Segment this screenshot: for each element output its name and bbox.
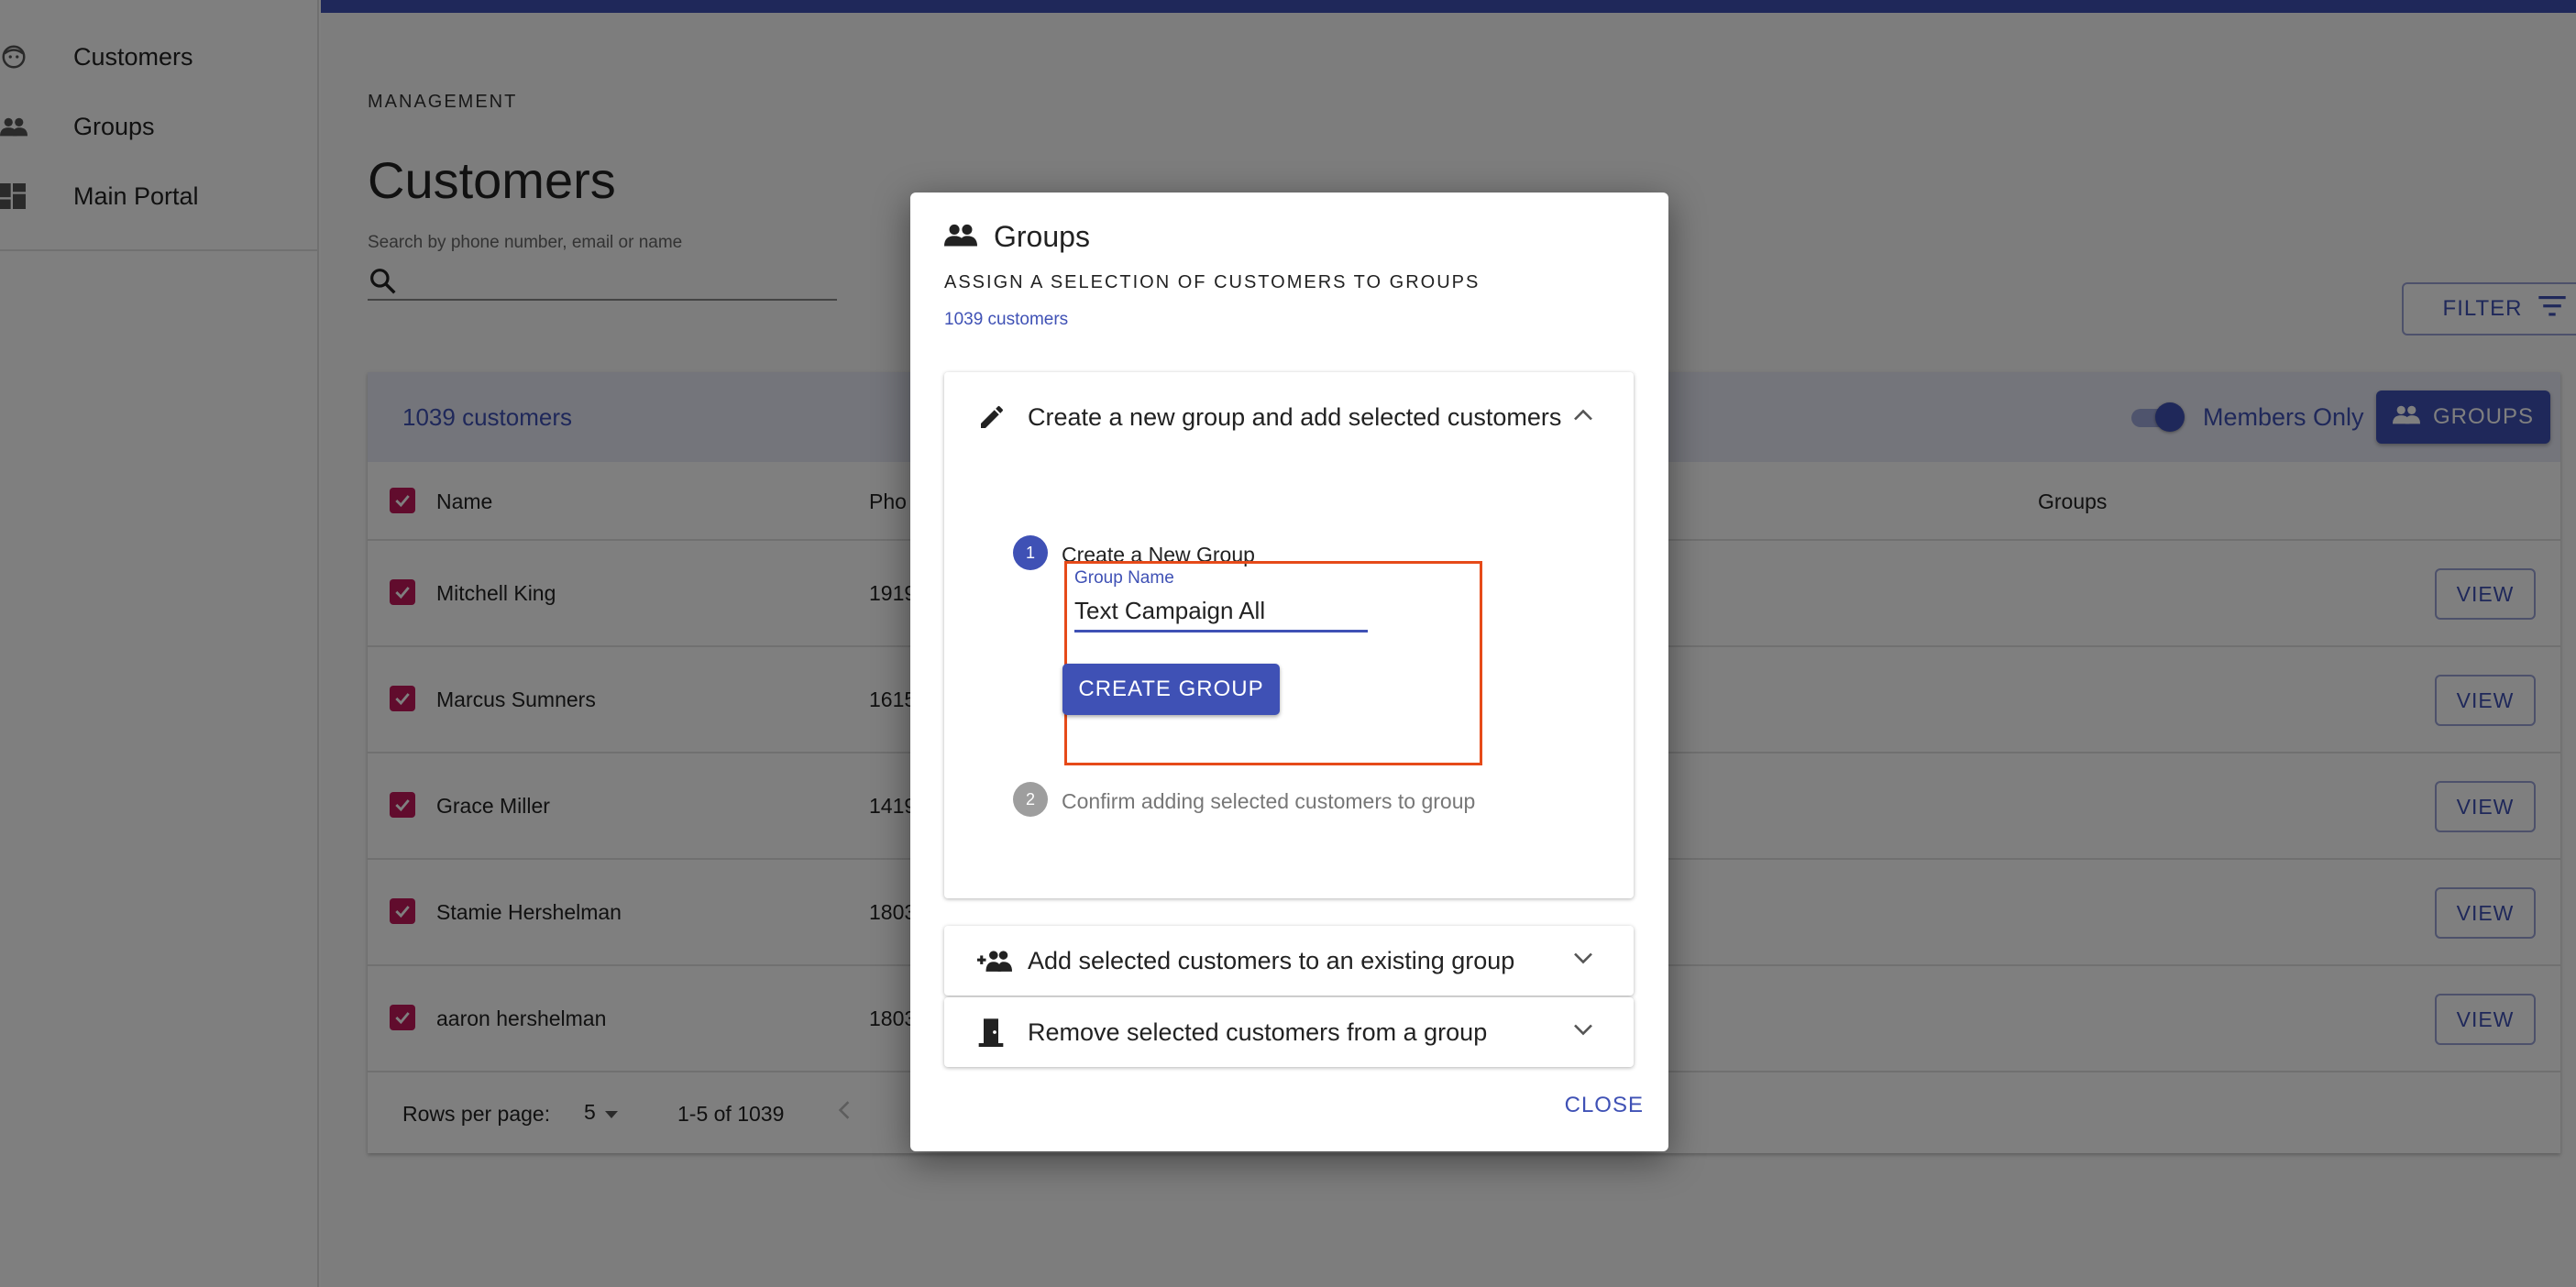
group-name-label: Group Name [1074, 568, 1174, 588]
panel-title: Create a new group and add selected cust… [1028, 402, 1562, 431]
create-group-button[interactable]: CREATE GROUP [1062, 664, 1280, 715]
groups-dialog: Groups ASSIGN A SELECTION OF CUSTOMERS T… [910, 192, 1668, 1151]
pencil-icon [977, 402, 1007, 432]
people-icon [944, 220, 977, 254]
dialog-subtitle: ASSIGN A SELECTION OF CUSTOMERS TO GROUP… [944, 272, 1481, 292]
add-to-existing-group-header[interactable]: Add selected customers to an existing gr… [944, 926, 1634, 996]
dialog-title-text: Groups [994, 220, 1090, 253]
panel-title: Add selected customers to an existing gr… [1028, 946, 1515, 974]
group-add-icon [977, 950, 1012, 972]
dialog-selected-count: 1039 customers [944, 310, 1069, 329]
exit-door-icon [977, 1018, 1005, 1047]
close-button[interactable]: CLOSE [1565, 1093, 1644, 1118]
step-2-label: Confirm adding selected customers to gro… [1062, 789, 1476, 813]
chevron-down-icon[interactable] [1573, 1024, 1593, 1041]
create-group-panel-header[interactable]: Create a new group and add selected cust… [944, 372, 1634, 462]
step-1-indicator: 1 [1013, 535, 1048, 570]
chevron-up-icon[interactable] [1573, 409, 1593, 426]
remove-from-group-panel[interactable]: Remove selected customers from a group [944, 997, 1634, 1067]
create-group-panel: Create a new group and add selected cust… [944, 372, 1634, 898]
remove-from-group-header[interactable]: Remove selected customers from a group [944, 997, 1634, 1067]
panel-title: Remove selected customers from a group [1028, 1018, 1488, 1046]
step-2-indicator: 2 [1013, 782, 1048, 817]
group-name-field[interactable] [1074, 592, 1368, 632]
chevron-down-icon[interactable] [1573, 952, 1593, 970]
add-to-existing-group-panel[interactable]: Add selected customers to an existing gr… [944, 926, 1634, 996]
dialog-title: Groups [944, 220, 1090, 254]
